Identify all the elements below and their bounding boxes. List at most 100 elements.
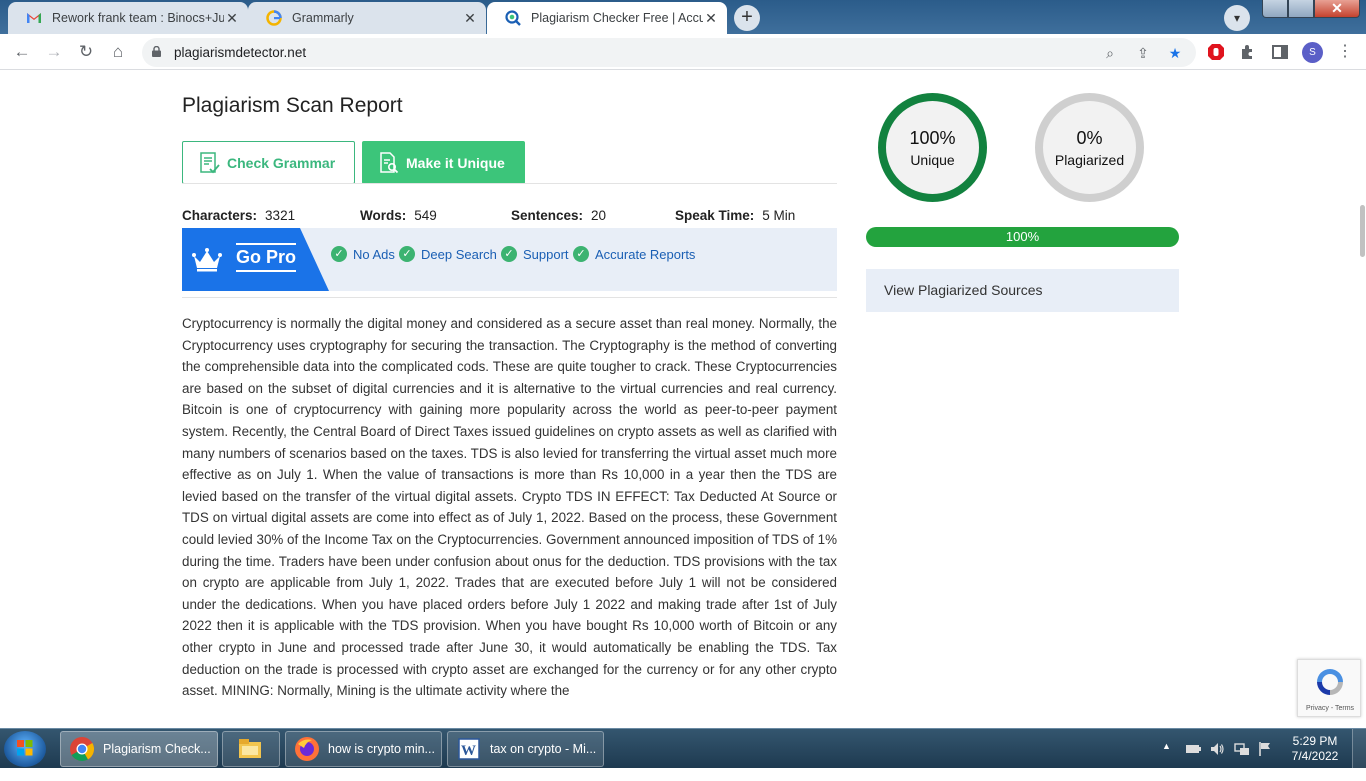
grammarly-icon <box>266 10 282 26</box>
taskbar-file-explorer[interactable] <box>222 731 280 767</box>
feature-label: No Ads <box>353 246 395 262</box>
feature-deep-search: ✓ Deep Search <box>399 246 497 262</box>
check-grammar-label: Check Grammar <box>227 154 336 171</box>
windows-taskbar: Plagiarism Check... how is crypto min...… <box>0 728 1366 769</box>
feature-no-ads: ✓ No Ads <box>331 246 395 262</box>
window-close-button[interactable]: ✕ <box>1314 0 1360 18</box>
divider <box>182 183 837 184</box>
clock-date: 7/4/2022 <box>1291 749 1339 763</box>
start-button[interactable] <box>4 731 46 767</box>
share-icon[interactable]: ⇪ <box>1133 43 1153 63</box>
tab-gmail[interactable]: Rework frank team : Binocs+June ✕ <box>8 2 248 34</box>
check-grammar-button[interactable]: Check Grammar <box>182 141 355 184</box>
window-minimize-button[interactable] <box>1262 0 1288 18</box>
profile-avatar[interactable]: S <box>1302 42 1323 63</box>
bookmark-star-icon[interactable]: ★ <box>1165 43 1185 63</box>
progress-fill: 100% <box>866 227 1179 247</box>
taskbar-firefox[interactable]: how is crypto min... <box>285 731 442 767</box>
plagiarism-detector-icon <box>505 10 521 26</box>
file-explorer-icon <box>239 739 261 758</box>
recaptcha-icon <box>1317 669 1343 695</box>
page-content: Plagiarism Scan Report Check Grammar Mak… <box>0 71 1366 728</box>
word-icon: W <box>458 738 480 760</box>
show-hidden-icons-icon[interactable]: ▲ <box>1162 741 1171 781</box>
check-circle-icon: ✓ <box>573 246 589 262</box>
browser-menu-icon[interactable]: ⋮ <box>1337 42 1353 62</box>
plagiarized-label: Plagiarized <box>1054 151 1125 168</box>
tab-title: Rework frank team : Binocs+June <box>52 11 224 25</box>
check-circle-icon: ✓ <box>399 246 415 262</box>
volume-icon[interactable] <box>1209 741 1225 757</box>
page-title: Plagiarism Scan Report <box>182 94 403 117</box>
divider <box>182 297 837 298</box>
close-tab-icon[interactable]: ✕ <box>224 10 240 27</box>
forward-arrow-icon[interactable]: → <box>42 40 66 64</box>
words-value: 549 <box>414 208 437 223</box>
browser-tab-strip: Rework frank team : Binocs+June ✕ Gramma… <box>0 0 1366 34</box>
side-panel-icon[interactable] <box>1271 43 1289 61</box>
sentences-stat: Sentences: 20 <box>511 208 606 223</box>
unique-label: Unique <box>910 151 955 168</box>
check-circle-icon: ✓ <box>331 246 347 262</box>
check-circle-icon: ✓ <box>501 246 517 262</box>
extensions-puzzle-icon[interactable] <box>1239 43 1257 61</box>
taskbar-chrome[interactable]: Plagiarism Check... <box>60 731 218 767</box>
action-center-flag-icon[interactable] <box>1258 741 1272 757</box>
browser-toolbar: ← → ↻ ⌂ plagiarismdetector.net ⌕ ⇪ ★ S ⋮ <box>0 34 1366 70</box>
reload-icon[interactable]: ↻ <box>74 40 98 64</box>
lock-icon <box>152 46 161 57</box>
words-stat: Words: 549 <box>360 208 437 223</box>
page-scrollbar-thumb[interactable] <box>1360 205 1365 257</box>
unique-gauge: 100% Unique <box>878 93 987 202</box>
taskbar-word[interactable]: W tax on crypto - Mi... <box>447 731 604 767</box>
address-bar[interactable]: plagiarismdetector.net ⌕ ⇪ ★ <box>142 38 1196 67</box>
firefox-icon <box>295 737 319 761</box>
speak-time-stat: Speak Time: 5 Min <box>675 208 795 223</box>
window-maximize-button[interactable] <box>1288 0 1314 18</box>
home-icon[interactable]: ⌂ <box>106 40 130 64</box>
make-it-unique-label: Make it Unique <box>406 154 505 171</box>
uniqueness-progress-bar: 100% <box>866 227 1179 247</box>
tab-grammarly[interactable]: Grammarly ✕ <box>248 2 486 34</box>
chrome-icon <box>70 737 95 762</box>
recaptcha-badge[interactable]: Privacy - Terms <box>1297 659 1361 717</box>
adblock-extension-icon[interactable] <box>1207 43 1225 61</box>
view-plagiarized-sources-button[interactable]: View Plagiarized Sources <box>866 269 1179 312</box>
tab-search-chevron-icon[interactable]: ▾ <box>1224 5 1250 31</box>
characters-value: 3321 <box>265 208 296 223</box>
new-tab-button[interactable]: + <box>734 5 760 31</box>
url-text: plagiarismdetector.net <box>174 45 307 60</box>
plagiarized-percent: 0% <box>1076 127 1103 148</box>
feature-label: Accurate Reports <box>595 246 696 262</box>
system-clock[interactable]: 5:29 PM 7/4/2022 <box>1284 734 1346 764</box>
characters-stat: Characters: 3321 <box>182 208 295 223</box>
plagiarized-gauge: 0% Plagiarized <box>1035 93 1144 202</box>
feature-label: Support <box>523 246 569 262</box>
sentences-label: Sentences: <box>511 208 584 223</box>
crown-icon <box>192 248 222 272</box>
tab-plagiarism-checker[interactable]: Plagiarism Checker Free | Accurate ✕ <box>487 2 727 34</box>
close-tab-icon[interactable]: ✕ <box>462 10 478 27</box>
scanned-text: Cryptocurrency is normally the digital m… <box>182 316 837 699</box>
sentences-value: 20 <box>591 208 607 223</box>
battery-icon[interactable] <box>1185 742 1201 756</box>
words-label: Words: <box>360 208 407 223</box>
make-it-unique-button[interactable]: Make it Unique <box>362 141 525 184</box>
svg-text:W: W <box>461 743 476 759</box>
windows-logo-icon <box>17 740 33 756</box>
close-tab-icon[interactable]: ✕ <box>703 10 719 27</box>
tab-title: Plagiarism Checker Free | Accurate <box>531 11 703 25</box>
taskbar-label: tax on crypto - Mi... <box>490 742 597 756</box>
go-pro-label: Go Pro <box>236 243 297 272</box>
network-icon[interactable] <box>1234 741 1250 757</box>
back-arrow-icon[interactable]: ← <box>10 40 34 64</box>
zoom-magnifier-icon[interactable]: ⌕ <box>1100 43 1120 63</box>
speak-time-label: Speak Time: <box>675 208 755 223</box>
show-desktop-button[interactable] <box>1352 729 1366 769</box>
feature-label: Deep Search <box>421 246 497 262</box>
taskbar-label: Plagiarism Check... <box>103 742 211 756</box>
feature-accurate-reports: ✓ Accurate Reports <box>573 246 695 262</box>
characters-label: Characters: <box>182 208 258 223</box>
recaptcha-footer[interactable]: Privacy - Terms <box>1298 705 1362 712</box>
taskbar-label: how is crypto min... <box>328 742 435 756</box>
